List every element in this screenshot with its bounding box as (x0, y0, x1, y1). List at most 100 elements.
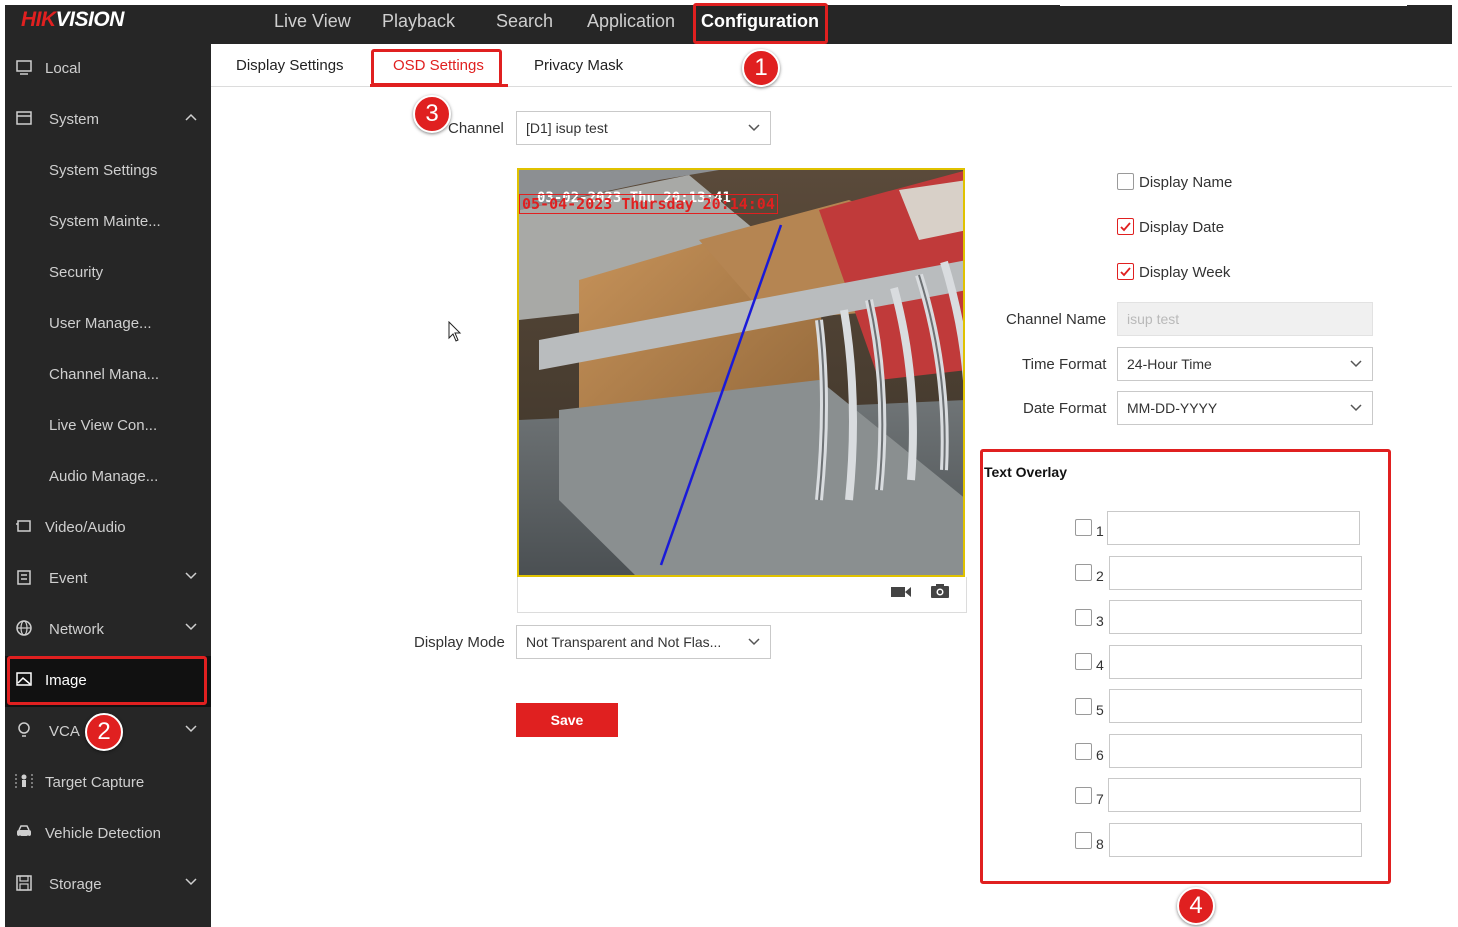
sidebar-item-system[interactable]: System (5, 95, 211, 146)
sidebar-item-channel-management[interactable]: Channel Mana... (5, 350, 211, 401)
nav-search[interactable]: Search (496, 5, 553, 44)
sidebar-item-label: Local (45, 60, 81, 77)
tab-privacy-mask[interactable]: Privacy Mask (534, 57, 623, 74)
display-week-label: Display Week (1139, 264, 1231, 281)
display-name-label: Display Name (1139, 174, 1233, 191)
sidebar-item-live-view-config[interactable]: Live View Con... (5, 401, 211, 452)
display-name-checkbox[interactable] (1117, 173, 1134, 190)
checkmark-icon (1120, 222, 1131, 232)
sidebar-item-video-audio[interactable]: Video/Audio (5, 503, 211, 554)
date-format-select[interactable]: MM-DD-YYYY (1117, 391, 1373, 425)
date-format-value: MM-DD-YYYY (1127, 400, 1218, 416)
sidebar-item-audio-management[interactable]: Audio Manage... (5, 452, 211, 503)
sidebar-item-label: System Mainte... (49, 213, 161, 230)
channel-name-input: isup test (1117, 302, 1373, 336)
nav-playback[interactable]: Playback (382, 5, 455, 44)
time-format-select[interactable]: 24-Hour Time (1117, 347, 1373, 381)
highlight-configuration (693, 3, 828, 44)
sidebar-item-storage[interactable]: Storage (5, 860, 211, 911)
channel-label: Channel (448, 120, 504, 137)
video-audio-icon (16, 520, 31, 532)
chevron-up-icon (185, 113, 197, 121)
display-mode-select[interactable]: Not Transparent and Not Flas... (516, 625, 771, 659)
sidebar-item-target-capture[interactable]: Target Capture (5, 758, 211, 809)
step-badge-2: 2 (85, 713, 123, 751)
storage-icon (16, 875, 32, 891)
display-week-checkbox[interactable] (1117, 263, 1134, 280)
sidebar-item-label: Event (49, 570, 88, 587)
target-capture-icon (15, 774, 33, 788)
monitor-icon (16, 60, 32, 75)
save-button[interactable]: Save (516, 703, 618, 737)
chevron-down-icon (185, 572, 197, 580)
channel-name-label: Channel Name (1006, 311, 1107, 328)
sidebar-item-local[interactable]: Local (5, 44, 211, 95)
channel-select-value: [D1] isup test (526, 120, 608, 136)
highlight-image (7, 656, 207, 705)
sidebar-item-label: Video/Audio (45, 519, 126, 536)
sidebar-item-network[interactable]: Network (5, 605, 211, 656)
sidebar-item-vehicle-detection[interactable]: Vehicle Detection (5, 809, 211, 860)
sidebar-item-user-management[interactable]: User Manage... (5, 299, 211, 350)
sidebar-item-system-maintenance[interactable]: System Mainte... (5, 197, 211, 248)
nav-application[interactable]: Application (587, 5, 675, 44)
sidebar-item-label: Audio Manage... (49, 468, 159, 485)
nav-live-view[interactable]: Live View (274, 5, 351, 44)
video-preview[interactable]: 03-02-2023 Thu 20:13:41 05-04-2023 Thurs… (517, 168, 965, 577)
sidebar-item-security[interactable]: Security (5, 248, 211, 299)
tab-display-settings[interactable]: Display Settings (236, 57, 344, 74)
date-format-label: Date Format (1023, 400, 1107, 417)
channel-name-value: isup test (1127, 311, 1180, 327)
chevron-down-icon (185, 725, 197, 733)
hikvision-logo: HIKVISION (21, 8, 124, 32)
top-divider (1060, 4, 1407, 6)
system-icon (16, 111, 32, 125)
chevron-down-icon (1350, 404, 1362, 412)
chevron-down-icon (748, 124, 760, 132)
checkmark-icon (1120, 267, 1131, 277)
step-badge-1: 1 (742, 49, 780, 87)
chevron-down-icon (748, 638, 760, 646)
sidebar-item-event[interactable]: Event (5, 554, 211, 605)
sidebar-item-label: Live View Con... (49, 417, 158, 434)
hikvision-config-page: HIKVISION Live View Playback Search Appl… (0, 0, 1458, 927)
sidebar-item-label: Security (49, 264, 104, 281)
sidebar-item-system-settings[interactable]: System Settings (5, 146, 211, 197)
video-frame-image (519, 170, 963, 575)
sidebar-item-label: VCA (49, 723, 80, 740)
chevron-down-icon (1350, 360, 1362, 368)
sidebar-item-label: Storage (49, 876, 102, 893)
display-mode-label: Display Mode (414, 634, 505, 651)
snapshot-camera-icon[interactable] (930, 583, 950, 599)
sidebar-item-label: System (49, 111, 100, 128)
vca-icon (18, 722, 30, 737)
logo-red-part: HIK (21, 8, 56, 31)
time-format-value: 24-Hour Time (1127, 356, 1212, 372)
mouse-cursor-icon (448, 321, 462, 342)
sidebar-item-label: Network (49, 621, 105, 638)
step-badge-3: 3 (413, 95, 451, 133)
sidebar-item-label: Vehicle Detection (45, 825, 161, 842)
osd-time-red: 05-04-2023 Thursday 20:14:04 (519, 194, 778, 214)
display-date-label: Display Date (1139, 219, 1225, 236)
network-icon (16, 620, 32, 636)
sidebar: Local System System Settings System Main… (5, 44, 211, 927)
highlight-text-overlay (980, 449, 1391, 884)
channel-select[interactable]: [D1] isup test (516, 111, 771, 145)
chevron-down-icon (185, 878, 197, 886)
chevron-down-icon (185, 623, 197, 631)
event-icon (17, 570, 31, 585)
step-badge-4: 4 (1177, 887, 1215, 925)
sidebar-item-label: Channel Mana... (49, 366, 160, 383)
display-mode-select-value: Not Transparent and Not Flas... (526, 634, 722, 650)
sidebar-item-label: System Settings (49, 162, 158, 179)
display-date-checkbox[interactable] (1117, 218, 1134, 235)
vehicle-icon (17, 825, 31, 839)
time-format-label: Time Format (1022, 356, 1107, 373)
sidebar-item-label: Target Capture (45, 774, 145, 791)
highlight-osd-settings (371, 49, 502, 86)
logo-white-part: VISION (55, 8, 125, 31)
sidebar-item-label: User Manage... (49, 315, 152, 332)
video-control-bar (517, 577, 967, 613)
record-video-icon[interactable] (890, 585, 912, 599)
